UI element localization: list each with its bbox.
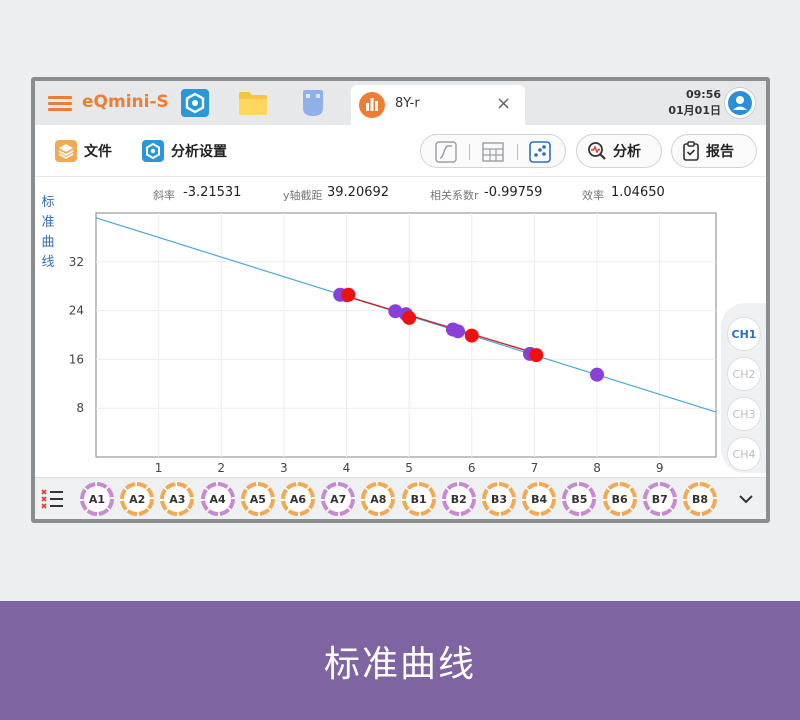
x-tick-label: 8	[593, 461, 601, 475]
chevron-down-icon[interactable]	[735, 488, 757, 510]
well-label: A8	[370, 492, 387, 506]
well-a6[interactable]: A6	[281, 482, 315, 516]
x-tick-label: 4	[343, 461, 351, 475]
standard-curve-chart[interactable]: 1 2 3 4 5 6 7 8 9 8 16 24 32	[35, 81, 766, 477]
well-b8[interactable]: B8	[683, 482, 717, 516]
data-point	[341, 287, 356, 302]
y-tick-label: 32	[69, 255, 84, 269]
channel-button-ch3[interactable]: CH3	[727, 397, 761, 431]
x-tick-label: 6	[468, 461, 476, 475]
well-b6[interactable]: B6	[602, 482, 637, 516]
well-label: B6	[611, 492, 628, 506]
well-b4[interactable]: B4	[522, 482, 557, 516]
well-label: A1	[88, 492, 106, 506]
channel-label: CH4	[732, 447, 756, 461]
x-tick-label: 3	[280, 461, 288, 475]
data-point	[402, 310, 417, 325]
plot-area	[95, 212, 717, 458]
data-point	[464, 328, 479, 343]
well-label: A3	[169, 492, 186, 506]
well-b7[interactable]: B7	[642, 482, 677, 516]
well-a2[interactable]: A2	[120, 482, 155, 516]
channel-button-ch1[interactable]: CH1	[727, 317, 761, 351]
well-a1[interactable]: A1	[80, 482, 114, 516]
x-tick-label: 5	[405, 461, 413, 475]
channel-label: CH1	[731, 327, 757, 341]
well-label: A7	[330, 492, 347, 506]
well-b3[interactable]: B3	[482, 482, 516, 516]
well-label: A6	[289, 492, 307, 506]
x-tick-label: 2	[217, 461, 225, 475]
well-label: A4	[209, 492, 226, 506]
well-label: B4	[531, 492, 548, 506]
data-point	[529, 348, 544, 363]
well-b2[interactable]: B2	[441, 482, 476, 516]
well-a3[interactable]: A3	[160, 482, 195, 516]
well-label: B2	[450, 492, 467, 506]
channel-button-ch2[interactable]: CH2	[727, 357, 761, 391]
footer-banner: 标准曲线	[0, 601, 800, 720]
well-label: B8	[691, 492, 709, 506]
well-label: A2	[129, 492, 146, 506]
well-b1[interactable]: B1	[401, 482, 436, 516]
well-label: B5	[571, 492, 588, 506]
well-a4[interactable]: A4	[200, 482, 235, 516]
device-frame: eQmini-S 8Y-r × 09:56 01月01日 文件 分析设置 分析 …	[31, 77, 770, 523]
y-tick-label: 24	[69, 304, 84, 318]
banner-title: 标准曲线	[323, 643, 476, 685]
well-a7[interactable]: A7	[321, 482, 356, 516]
y-tick-label: 8	[76, 401, 84, 415]
well-label: B7	[651, 492, 668, 506]
well-selection-list-icon[interactable]	[41, 488, 65, 510]
well-label: B1	[410, 492, 427, 506]
data-point	[590, 367, 605, 382]
well-label: B3	[490, 492, 508, 506]
x-tick-label: 1	[155, 461, 163, 475]
data-point	[450, 324, 465, 339]
well-a8[interactable]: A8	[361, 482, 396, 516]
well-a5[interactable]: A5	[240, 482, 275, 516]
channel-label: CH3	[732, 407, 756, 421]
y-tick-label: 16	[69, 352, 84, 366]
x-tick-label: 7	[531, 461, 539, 475]
channel-button-ch4[interactable]: CH4	[727, 437, 761, 471]
x-tick-label: 9	[656, 461, 664, 475]
channel-label: CH2	[732, 367, 756, 381]
well-label: A5	[249, 492, 266, 506]
well-b5[interactable]: B5	[562, 482, 597, 516]
app-screen: eQmini-S 8Y-r × 09:56 01月01日 文件 分析设置 分析 …	[35, 81, 766, 519]
well-bar: A1 A2 A3 A4 A5 A6 A7 A8 B1 B2 B3 B4 B5 B6 B7 B8	[35, 477, 766, 519]
